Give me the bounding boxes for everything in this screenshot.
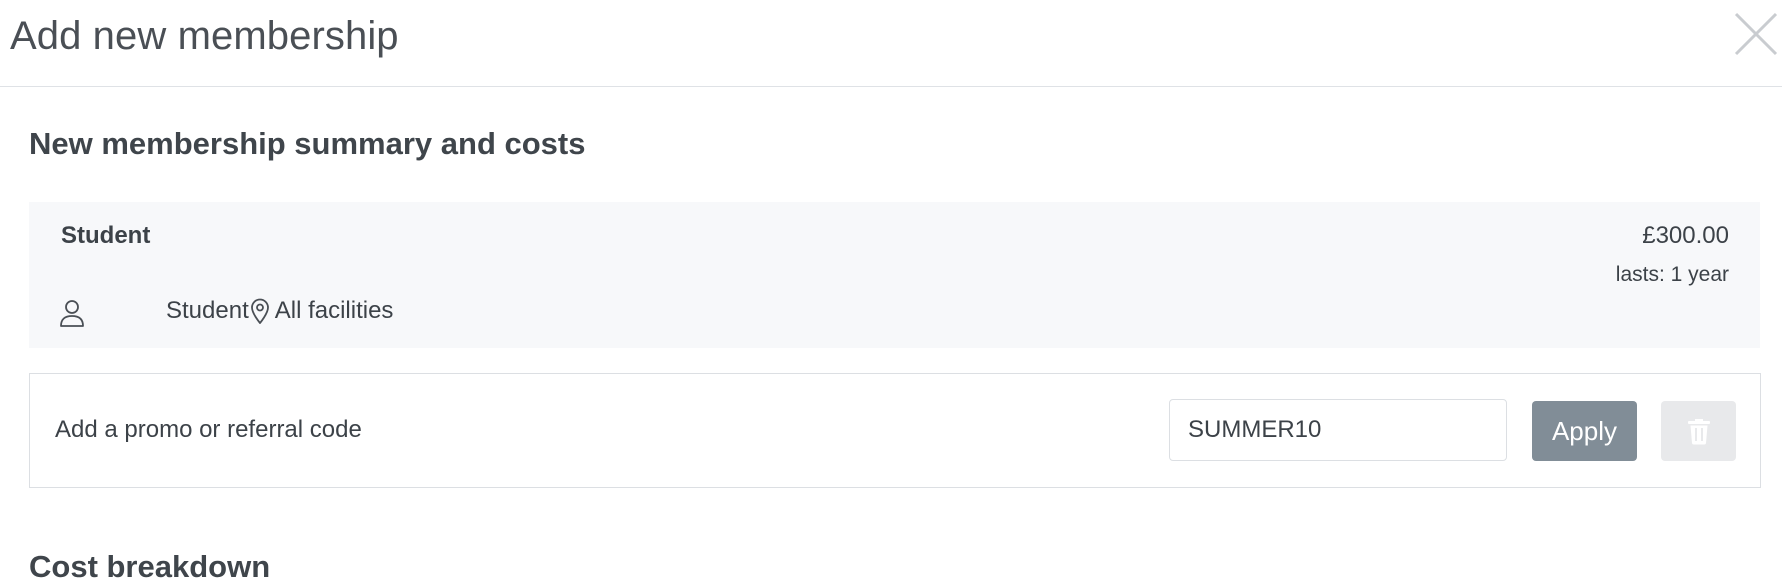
delete-promo-button[interactable] [1661,401,1736,461]
membership-name: Student [61,222,151,249]
membership-summary-card: Student £300.00 lasts: 1 year Student Al… [29,202,1760,348]
close-button[interactable] [1730,8,1782,60]
location-pin-icon [250,298,269,324]
person-icon [60,300,84,327]
membership-meta: Student All facilities [166,297,393,325]
promo-code-box: Add a promo or referral code Apply [29,373,1761,488]
modal-header: Add new membership [0,0,1782,87]
membership-duration: lasts: 1 year [1615,263,1729,286]
membership-audience: Student [166,297,249,324]
apply-promo-button[interactable]: Apply [1532,401,1637,461]
promo-code-input[interactable] [1169,399,1507,461]
modal-title: Add new membership [10,14,399,58]
close-icon [1734,12,1778,56]
cost-breakdown-title: Cost breakdown [29,549,271,584]
membership-price: £300.00 [1642,222,1729,249]
promo-code-label: Add a promo or referral code [55,416,362,443]
trash-icon [1687,419,1710,445]
membership-location: All facilities [274,297,394,324]
summary-section-title: New membership summary and costs [29,126,586,161]
